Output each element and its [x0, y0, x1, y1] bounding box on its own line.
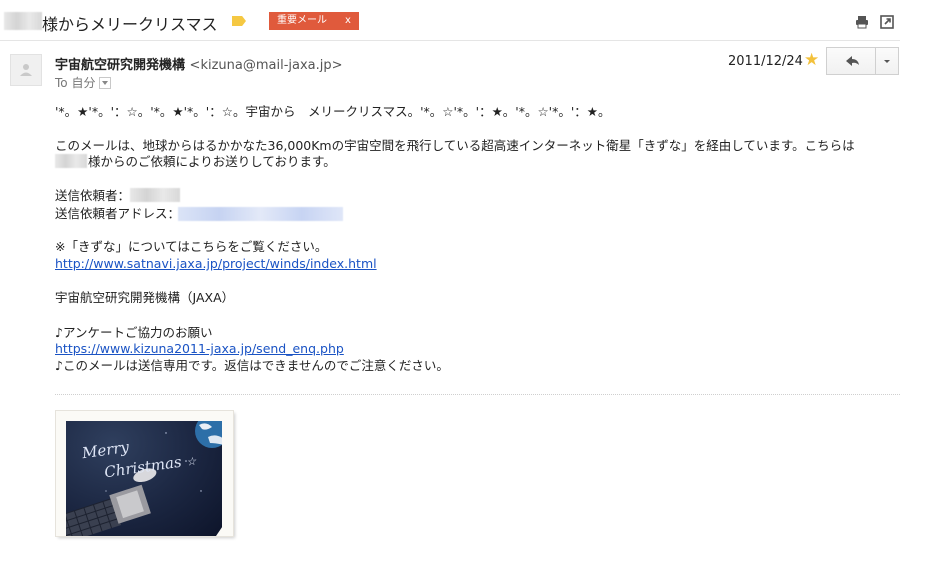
intro-line-2: 様からのご依頼によりお送りしております。	[88, 154, 336, 169]
sender-email: <kizuna@mail-jaxa.jp>	[189, 58, 343, 73]
new-window-icon[interactable]	[880, 14, 894, 29]
redacted-name	[55, 154, 87, 168]
subject-divider	[0, 40, 900, 41]
card-star-icon: ☆	[185, 454, 198, 469]
card-corner-fold	[216, 511, 233, 536]
intro-line-1: このメールは、地球からはるかかなた36,000Kmの宇宙空間を飛行している超高速…	[55, 138, 855, 153]
print-icon[interactable]	[855, 14, 869, 29]
sender-line: 宇宙航空研究開発機構 <kizuna@mail-jaxa.jp>	[55, 54, 343, 73]
redacted-address	[178, 207, 343, 221]
important-tag[interactable]: 重要メール x	[269, 12, 359, 30]
requester-address-label: 送信依頼者アドレス：	[55, 206, 181, 221]
reply-icon	[846, 56, 859, 66]
recipient-line: To 自分	[55, 74, 112, 91]
avatar[interactable]	[10, 54, 42, 86]
details-dropdown-icon[interactable]	[99, 76, 112, 89]
important-tag-label: 重要メール	[277, 15, 327, 26]
chevron-down-icon	[884, 60, 890, 63]
reply-button[interactable]	[826, 47, 876, 75]
organization-name: 宇宙航空研究開発機構（JAXA）	[55, 290, 235, 305]
to-label: To 自分	[55, 76, 96, 90]
kizuna-link[interactable]: http://www.satnavi.jaxa.jp/project/winds…	[55, 256, 377, 271]
kizuna-note: ※「きずな」についてはこちらをご覧ください。	[55, 239, 328, 254]
label-icon[interactable]	[232, 16, 246, 26]
survey-link[interactable]: https://www.kizuna2011-jaxa.jp/send_enq.…	[55, 341, 344, 356]
greeting-line: '*。★'*。'：☆。'*。★'*。'：☆。宇宙から メリークリスマス。'*。☆…	[55, 104, 611, 119]
redacted-requester	[130, 188, 180, 202]
message-date: 2011/12/24	[728, 54, 803, 69]
attachment-divider	[55, 394, 900, 395]
more-actions-button[interactable]	[875, 47, 899, 75]
survey-label: ♪アンケートご協力のお願い	[55, 325, 213, 340]
star-icon[interactable]: ★	[804, 52, 819, 69]
no-reply-note: ♪このメールは送信専用です。返信はできませんのでご注意ください。	[55, 358, 449, 373]
subject-title: 様からメリークリスマス	[42, 15, 218, 34]
christmas-card-image[interactable]: Merry Christmas ☆	[56, 411, 233, 536]
sender-name[interactable]: 宇宙航空研究開発機構	[55, 58, 185, 73]
requester-label: 送信依頼者：	[55, 188, 131, 203]
card-artwork: Merry Christmas ☆	[66, 421, 222, 536]
redacted-name	[4, 12, 42, 30]
tag-remove-button[interactable]: x	[345, 15, 351, 26]
